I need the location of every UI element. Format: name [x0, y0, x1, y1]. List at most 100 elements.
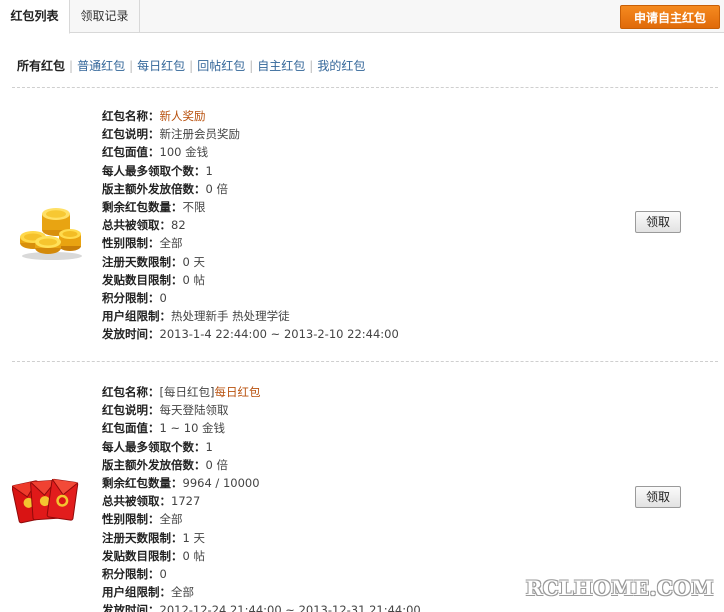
field-total-claimed: 总共被领取：1727 [102, 492, 421, 510]
field-label: 发放时间： [102, 327, 160, 342]
apply-custom-envelope-button[interactable]: 申请自主红包 [620, 5, 720, 29]
field-label: 积分限制： [102, 290, 160, 305]
field-value: 0 倍 [205, 457, 228, 472]
field-label: 注册天数限制： [102, 254, 183, 269]
field-moderator-multiplier: 版主额外发放倍数：0 倍 [102, 456, 421, 474]
field-value: 每日红包 [214, 385, 261, 399]
field-value: 1 [205, 439, 213, 454]
field-value: 0 [159, 566, 167, 581]
field-label: 总共被领取： [102, 494, 171, 509]
field-time: 发放时间：2013-1-4 22:44:00 ~ 2013-2-10 22:44… [102, 325, 399, 343]
field-label: 积分限制： [102, 566, 160, 581]
field-label: 红包面值： [102, 145, 160, 160]
field-value: 全部 [159, 236, 183, 251]
filter-separator: | [129, 59, 134, 73]
field-label: 性别限制： [102, 512, 160, 527]
red-envelopes-icon [11, 473, 80, 534]
field-total-claimed: 总共被领取：82 [102, 216, 399, 234]
watermark: RCLHOME.COM [525, 576, 714, 600]
field-value: 0 [159, 290, 167, 305]
field-user-group: 用户组限制：全部 [102, 583, 421, 601]
field-name: 红包名称：[每日红包]每日红包 [102, 383, 421, 401]
claim-button[interactable]: 领取 [635, 211, 681, 233]
field-remaining: 剩余红包数量：9964 / 10000 [102, 474, 421, 492]
field-value: 新注册会员奖励 [159, 127, 241, 142]
filter-mine[interactable]: 我的红包 [317, 59, 365, 73]
filter-daily[interactable]: 每日红包 [137, 59, 185, 73]
field-label: 总共被领取： [102, 218, 171, 233]
field-value: 82 [171, 218, 186, 233]
tab-claim-records[interactable]: 领取记录 [70, 0, 140, 33]
field-value: 0 帖 [182, 272, 205, 287]
field-value: 1 天 [182, 530, 205, 545]
field-label: 红包说明： [102, 127, 160, 142]
gold-coins-icon [18, 204, 82, 263]
field-label: 每人最多领取个数： [102, 163, 206, 178]
field-value: 1 ~ 10 金钱 [159, 421, 226, 436]
field-value: 热处理新手 热处理学徒 [171, 309, 290, 324]
field-value: 全部 [159, 512, 183, 527]
field-value: 1 [205, 163, 213, 178]
field-value: 0 帖 [182, 548, 205, 563]
filter-all[interactable]: 所有红包 [17, 59, 65, 73]
field-value: 每天登陆领取 [159, 403, 229, 418]
field-user-group: 用户组限制：热处理新手 热处理学徒 [102, 307, 399, 325]
field-post-count: 发贴数目限制：0 帖 [102, 271, 399, 289]
field-face: 红包面值：1 ~ 10 金钱 [102, 419, 421, 437]
field-label: 用户组限制： [102, 309, 171, 324]
field-label: 红包面值： [102, 421, 160, 436]
envelope-fields: 红包名称：[每日红包]每日红包 红包说明：每天登陆领取 红包面值：1 ~ 10 … [102, 383, 421, 612]
field-value: 0 倍 [205, 181, 228, 196]
field-reg-days: 注册天数限制：0 天 [102, 253, 399, 271]
divider [12, 361, 718, 362]
field-label: 版主额外发放倍数： [102, 181, 206, 196]
filter-nav: 所有红包 | 普通红包 | 每日红包 | 回帖红包 | 自主红包 | 我的红包 [17, 57, 365, 75]
field-gender: 性别限制：全部 [102, 234, 399, 252]
field-value: 不限 [182, 199, 206, 214]
filter-separator: | [309, 59, 314, 73]
field-reg-days: 注册天数限制：1 天 [102, 529, 421, 547]
filter-custom[interactable]: 自主红包 [257, 59, 305, 73]
field-value: 100 金钱 [159, 145, 209, 160]
field-label: 版主额外发放倍数： [102, 457, 206, 472]
field-label: 发贴数目限制： [102, 548, 183, 563]
field-label: 剩余红包数量： [102, 199, 183, 214]
field-label: 剩余红包数量： [102, 475, 183, 490]
field-value: 2013-1-4 22:44:00 ~ 2013-2-10 22:44:00 [159, 327, 399, 342]
field-name-prefix: [每日红包] [159, 385, 215, 399]
top-tab-bar: 红包列表 领取记录 申请自主红包 [0, 0, 724, 34]
field-label: 注册天数限制： [102, 530, 183, 545]
field-label: 每人最多领取个数： [102, 439, 206, 454]
field-label: 发放时间： [102, 603, 160, 612]
field-face: 红包面值：100 金钱 [102, 143, 399, 161]
field-label: 红包说明： [102, 403, 160, 418]
field-value: 1727 [171, 494, 201, 509]
field-value: 9964 / 10000 [182, 475, 260, 490]
field-time: 发放时间：2012-12-24 21:44:00 ~ 2013-12-31 21… [102, 601, 421, 612]
tab-envelope-list[interactable]: 红包列表 [0, 0, 70, 34]
field-points: 积分限制：0 [102, 289, 399, 307]
field-desc: 红包说明：新注册会员奖励 [102, 125, 399, 143]
claim-button[interactable]: 领取 [635, 486, 681, 508]
filter-normal[interactable]: 普通红包 [77, 59, 125, 73]
field-max-per-user: 每人最多领取个数：1 [102, 162, 399, 180]
field-desc: 红包说明：每天登陆领取 [102, 401, 421, 419]
field-gender: 性别限制：全部 [102, 510, 421, 528]
field-value: 2012-12-24 21:44:00 ~ 2013-12-31 21:44:0… [159, 603, 421, 612]
field-value: 全部 [171, 585, 194, 600]
divider [12, 87, 718, 88]
filter-separator: | [189, 59, 194, 73]
field-post-count: 发贴数目限制：0 帖 [102, 547, 421, 565]
field-remaining: 剩余红包数量：不限 [102, 198, 399, 216]
filter-reply[interactable]: 回帖红包 [197, 59, 245, 73]
field-label: 性别限制： [102, 236, 160, 251]
field-name: 红包名称：新人奖励 [102, 107, 399, 125]
field-moderator-multiplier: 版主额外发放倍数：0 倍 [102, 180, 399, 198]
filter-separator: | [249, 59, 254, 73]
filter-separator: | [69, 59, 74, 73]
field-label: 红包名称： [102, 385, 160, 399]
field-value: 新人奖励 [159, 109, 206, 123]
field-label: 红包名称： [102, 109, 160, 123]
field-max-per-user: 每人最多领取个数：1 [102, 438, 421, 456]
envelope-fields: 红包名称：新人奖励 红包说明：新注册会员奖励 红包面值：100 金钱 每人最多领… [102, 107, 399, 343]
